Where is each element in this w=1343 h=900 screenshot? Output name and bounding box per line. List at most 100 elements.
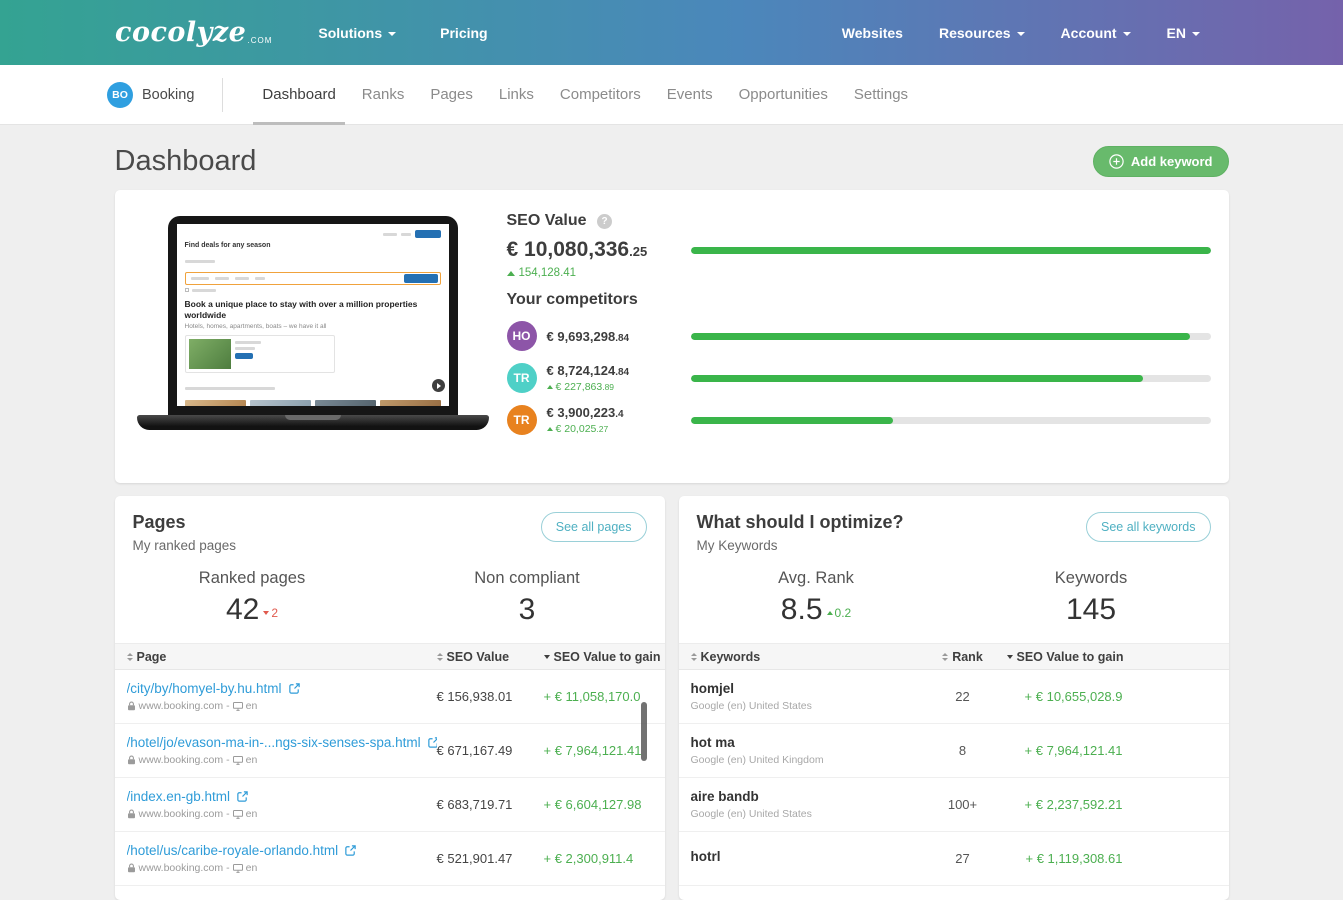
nav-language[interactable]: EN [1167,25,1200,41]
separator: - [226,700,230,712]
stat-ranked-pages: Ranked pages 42 2 [115,569,390,627]
nav-account[interactable]: Account [1061,25,1131,41]
monitor-icon [233,864,243,873]
sort-desc-icon [544,655,550,659]
nav-websites[interactable]: Websites [842,25,903,41]
competitor-value: € 8,724,124.84 [547,363,630,378]
keyword-name[interactable]: hotrl [691,849,919,864]
pages-card: Pages My ranked pages See all pages Rank… [115,496,665,900]
tab-opportunities[interactable]: Opportunities [726,65,841,125]
see-all-pages-button[interactable]: See all pages [541,512,647,542]
project-tabs: Dashboard Ranks Pages Links Competitors … [249,65,921,125]
laptop-screen: Find deals for any season Book a unique … [168,216,458,415]
chevron-down-icon [1123,32,1131,36]
website-mockup: Find deals for any season Book a unique … [177,224,449,406]
competitor-value: € 9,693,298.84 [547,329,630,344]
arrow-up-icon [827,611,833,615]
mock-search-bar [185,272,441,285]
sort-icon [437,653,443,661]
logo-tld: .COM [247,36,272,45]
page-meta: www.booking.com - en [127,754,437,766]
mock-search-button [404,274,438,283]
competitor-avatar: HO [507,321,537,351]
table-row: /hotel/us/caribe-royale-orlando.html www… [115,832,665,886]
nav-pricing[interactable]: Pricing [440,25,487,41]
competitor-avatar: TR [507,405,537,435]
tab-competitors[interactable]: Competitors [547,65,654,125]
stat-keywords-count: Keywords 145 [954,569,1229,627]
tab-dashboard[interactable]: Dashboard [249,65,348,125]
laptop-base [137,415,489,430]
see-all-keywords-button[interactable]: See all keywords [1086,512,1211,542]
table-row: hot ma Google (en) United Kingdom 8 + € … [679,724,1229,778]
nav-resources[interactable]: Resources [939,25,1025,41]
seo-value-title: SEO Value [507,212,587,229]
keyword-name[interactable]: hot ma [691,735,919,750]
mock-property-thumbnails [185,400,441,406]
column-header-seo-value-to-gain[interactable]: SEO Value to gain [544,650,665,664]
table-row: homjel Google (en) United States 22 + € … [679,670,1229,724]
page-meta: www.booking.com - en [127,862,437,874]
external-link-icon[interactable] [236,790,249,803]
seo-value-card: Find deals for any season Book a unique … [115,190,1229,483]
tab-links[interactable]: Links [486,65,547,125]
external-link-icon[interactable] [344,844,357,857]
column-header-rank[interactable]: Rank [919,650,1007,664]
tab-settings[interactable]: Settings [841,65,921,125]
laptop-preview: Find deals for any season Book a unique … [127,212,499,461]
keyword-location: Google (en) United Kingdom [691,754,919,766]
project-selector[interactable]: BO Booking [107,82,194,108]
tab-events[interactable]: Events [654,65,726,125]
seo-gain-cell: + € 11,058,170.0 [544,689,665,704]
column-header-keywords[interactable]: Keywords [679,650,919,664]
stat-non-compliant: Non compliant 3 [390,569,665,627]
page-link[interactable]: /index.en-gb.html [127,789,231,804]
keywords-card-subtitle: My Keywords [697,538,904,553]
page-meta: www.booking.com - en [127,808,437,820]
seo-value-cell: € 671,167.49 [437,743,544,758]
page-link[interactable]: /city/by/homyel-by.hu.html [127,681,282,696]
page-title: Dashboard [115,145,257,178]
competitor-value: € 3,900,223.4 [547,405,624,420]
stat-avg-rank: Avg. Rank 8.5 0.2 [679,569,954,627]
table-scrollbar[interactable] [641,702,647,761]
sort-icon [691,653,697,661]
nav-solutions[interactable]: Solutions [318,25,396,41]
seo-value-bar [691,247,1211,254]
tab-pages[interactable]: Pages [417,65,486,125]
competitor-row: HO € 9,693,298.84 [507,321,1211,351]
seo-gain-cell: + € 1,119,308.61 [1007,851,1229,866]
competitor-delta: € 227,863.89 [547,381,630,393]
seo-value-cell: € 156,938.01 [437,689,544,704]
help-icon[interactable]: ? [597,214,612,229]
column-header-seo-value[interactable]: SEO Value [437,650,544,664]
rank-cell: 100+ [919,797,1007,812]
keywords-card-title: What should I optimize? [697,512,904,533]
stat-delta: 2 [263,606,278,620]
competitor-bar [691,375,1211,382]
keywords-card: What should I optimize? My Keywords See … [679,496,1229,900]
keyword-name[interactable]: homjel [691,681,919,696]
page-link[interactable]: /hotel/us/caribe-royale-orlando.html [127,843,339,858]
project-badge: BO [107,82,133,108]
mock-hero-title: Book a unique place to stay with over a … [185,299,420,320]
column-header-seo-value-to-gain[interactable]: SEO Value to gain [1007,650,1229,664]
competitor-bar [691,417,1211,424]
page-link[interactable]: /hotel/jo/evason-ma-in-...ngs-six-senses… [127,735,421,750]
pages-card-subtitle: My ranked pages [133,538,237,553]
arrow-up-icon [547,427,553,431]
rank-cell: 27 [919,851,1007,866]
pages-card-title: Pages [133,512,237,533]
cocolyze-logo[interactable]: cocolyze .COM [115,17,274,48]
rank-cell: 8 [919,743,1007,758]
divider [222,78,223,112]
lock-icon [127,755,136,765]
external-link-icon[interactable] [288,682,301,695]
monitor-icon [233,810,243,819]
monitor-icon [233,702,243,711]
column-header-page[interactable]: Page [115,650,437,664]
add-keyword-button[interactable]: Add keyword [1093,146,1229,177]
keyword-name[interactable]: aire bandb [691,789,919,804]
external-link-icon[interactable] [427,736,437,749]
tab-ranks[interactable]: Ranks [349,65,418,125]
